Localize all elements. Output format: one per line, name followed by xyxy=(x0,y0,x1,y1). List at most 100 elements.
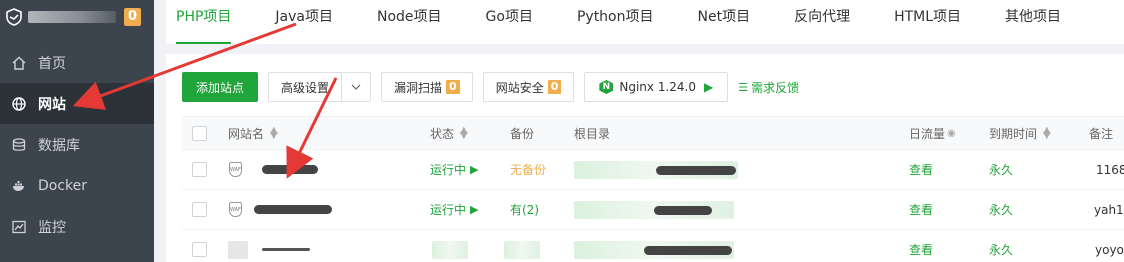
site-security-button[interactable]: 网站安全 0 xyxy=(482,72,575,102)
nginx-icon: N xyxy=(599,80,614,94)
feedback-label: 需求反馈 xyxy=(751,80,800,95)
sidebar-item-website[interactable]: 网站 xyxy=(0,83,154,124)
view-traffic-link[interactable]: 查看 xyxy=(909,230,933,262)
sidebar-item-database[interactable]: 数据库 xyxy=(0,124,154,165)
view-traffic-link[interactable]: 查看 xyxy=(909,190,933,229)
tab-java[interactable]: Java项目 xyxy=(275,0,333,44)
tab-other[interactable]: 其他项目 xyxy=(1005,0,1061,44)
tab-php[interactable]: PHP项目 xyxy=(176,0,232,44)
table-header: 网站名 ▲ ▼ 状态 ▲ ▼ 备份 根目录 日流量 ◉ 到期时间 ▲ ▼ 备注 xyxy=(182,116,1124,150)
root-path-redacted[interactable] xyxy=(574,230,734,262)
advanced-settings-dropdown[interactable] xyxy=(341,72,372,102)
table-row: WAF 运行中 ▶ 有(2) 查看 永久 yah1 xyxy=(182,190,1124,230)
toolbar: 添加站点 高级设置 漏洞扫描 0 网站安全 0 N Nginx 1.24.0 ▶… xyxy=(182,72,799,102)
expire-value[interactable]: 永久 xyxy=(989,190,1013,229)
header-remark: 备注 xyxy=(1089,126,1114,141)
vuln-count-badge: 0 xyxy=(446,80,460,94)
table-row: 查看 永久 yoyo xyxy=(182,230,1124,262)
sort-icon: ▲ ▼ xyxy=(270,125,278,141)
view-traffic-link[interactable]: 查看 xyxy=(909,150,933,189)
status-label: 运行中 xyxy=(430,203,467,217)
waf-icon: WAF xyxy=(229,190,242,229)
root-path-redacted[interactable] xyxy=(574,150,738,189)
sidebar-item-label: 数据库 xyxy=(38,137,80,154)
eye-icon[interactable]: ◉ xyxy=(947,128,956,139)
header-traffic: 日流量 ◉ xyxy=(909,117,956,149)
sidebar-item-docker[interactable]: Docker xyxy=(0,165,154,206)
sidebar-item-label: 监控 xyxy=(38,219,66,236)
select-all-checkbox[interactable] xyxy=(192,117,207,149)
sort-icon: ▲ ▼ xyxy=(460,125,468,141)
sidebar-item-label: Docker xyxy=(38,177,88,194)
tab-reverse-proxy[interactable]: 反向代理 xyxy=(794,0,850,44)
advanced-settings-button[interactable]: 高级设置 xyxy=(268,72,342,102)
site-security-label: 网站安全 xyxy=(495,80,544,95)
remark-value[interactable]: 1168 xyxy=(1096,150,1124,189)
root-path-redacted[interactable] xyxy=(574,190,734,229)
server-name-redacted xyxy=(28,11,116,23)
vuln-scan-label: 漏洞扫描 xyxy=(394,80,443,95)
header-root: 根目录 xyxy=(574,126,611,141)
remark-value[interactable]: yoyo xyxy=(1095,230,1124,262)
header-status-label: 状态 xyxy=(430,126,455,141)
database-icon xyxy=(12,137,26,152)
site-name-redacted[interactable] xyxy=(254,190,332,229)
globe-icon xyxy=(12,96,26,111)
status-running[interactable]: 运行中 ▶ xyxy=(430,150,478,189)
sidebar-item-label: 首页 xyxy=(38,55,66,72)
waf-icon: WAF xyxy=(229,150,242,189)
sidebar: 0 首页 网站 数据库 Docker 监控 xyxy=(0,0,154,262)
feedback-icon: ☰ xyxy=(738,80,749,94)
header-expire[interactable]: 到期时间 ▲ ▼ xyxy=(989,117,1051,149)
add-site-button[interactable]: 添加站点 xyxy=(182,72,259,102)
sidebar-item-home[interactable]: 首页 xyxy=(0,42,154,83)
expire-value[interactable]: 永久 xyxy=(989,230,1013,262)
tab-html[interactable]: HTML项目 xyxy=(894,0,961,44)
site-table: 网站名 ▲ ▼ 状态 ▲ ▼ 备份 根目录 日流量 ◉ 到期时间 ▲ ▼ 备注 WAF xyxy=(182,116,1124,262)
tab-net[interactable]: Net项目 xyxy=(698,0,751,44)
brand: 0 xyxy=(0,0,154,34)
docker-icon xyxy=(12,179,26,193)
server-alert-badge[interactable]: 0 xyxy=(124,8,142,26)
sidebar-nav: 首页 网站 数据库 Docker 监控 xyxy=(0,42,154,247)
table-row: WAF 运行中 ▶ 无备份 查看 永久 1168 xyxy=(182,150,1124,190)
tab-python[interactable]: Python项目 xyxy=(577,0,654,44)
backup-link[interactable]: 有(2) xyxy=(510,190,539,229)
backup-link[interactable]: 无备份 xyxy=(510,150,546,189)
nginx-button[interactable]: N Nginx 1.24.0 ▶ xyxy=(584,72,729,102)
row-checkbox[interactable] xyxy=(192,230,207,262)
header-expire-label: 到期时间 xyxy=(989,126,1038,141)
monitor-icon xyxy=(12,220,26,234)
tab-node[interactable]: Node项目 xyxy=(377,0,442,44)
row-checkbox[interactable] xyxy=(192,150,207,189)
sidebar-item-label: 网站 xyxy=(38,96,66,113)
header-name-label: 网站名 xyxy=(228,126,265,141)
nginx-version: Nginx 1.24.0 xyxy=(619,80,696,94)
backup-redacted xyxy=(504,230,540,262)
remark-value[interactable]: yah1 xyxy=(1094,190,1124,229)
status-redacted xyxy=(432,230,468,262)
status-running[interactable]: 运行中 ▶ xyxy=(430,190,478,229)
home-icon xyxy=(12,56,26,70)
project-tabs: PHP项目 Java项目 Node项目 Go项目 Python项目 Net项目 … xyxy=(166,0,1124,44)
header-traffic-label: 日流量 xyxy=(909,126,946,141)
play-icon: ▶ xyxy=(470,163,479,176)
play-icon: ▶ xyxy=(470,203,479,216)
row-checkbox[interactable] xyxy=(192,190,207,229)
header-status[interactable]: 状态 ▲ ▼ xyxy=(430,117,468,149)
tab-go[interactable]: Go项目 xyxy=(486,0,533,44)
site-name-redacted[interactable] xyxy=(262,150,318,189)
sidebar-item-monitor[interactable]: 监控 xyxy=(0,206,154,247)
status-label: 运行中 xyxy=(430,163,467,177)
vuln-scan-button[interactable]: 漏洞扫描 0 xyxy=(381,72,473,102)
header-backup: 备份 xyxy=(510,126,535,141)
site-name-redacted[interactable] xyxy=(228,230,310,262)
expire-value[interactable]: 永久 xyxy=(989,150,1013,189)
security-count-badge: 0 xyxy=(547,80,562,94)
main-panel: 添加站点 高级设置 漏洞扫描 0 网站安全 0 N Nginx 1.24.0 ▶… xyxy=(166,54,1124,262)
header-name[interactable]: 网站名 ▲ ▼ xyxy=(228,117,278,149)
advanced-settings-split: 高级设置 xyxy=(268,72,372,102)
play-icon: ▶ xyxy=(704,80,714,94)
feedback-link[interactable]: ☰ 需求反馈 xyxy=(738,79,799,96)
sort-icon: ▲ ▼ xyxy=(1043,125,1051,141)
